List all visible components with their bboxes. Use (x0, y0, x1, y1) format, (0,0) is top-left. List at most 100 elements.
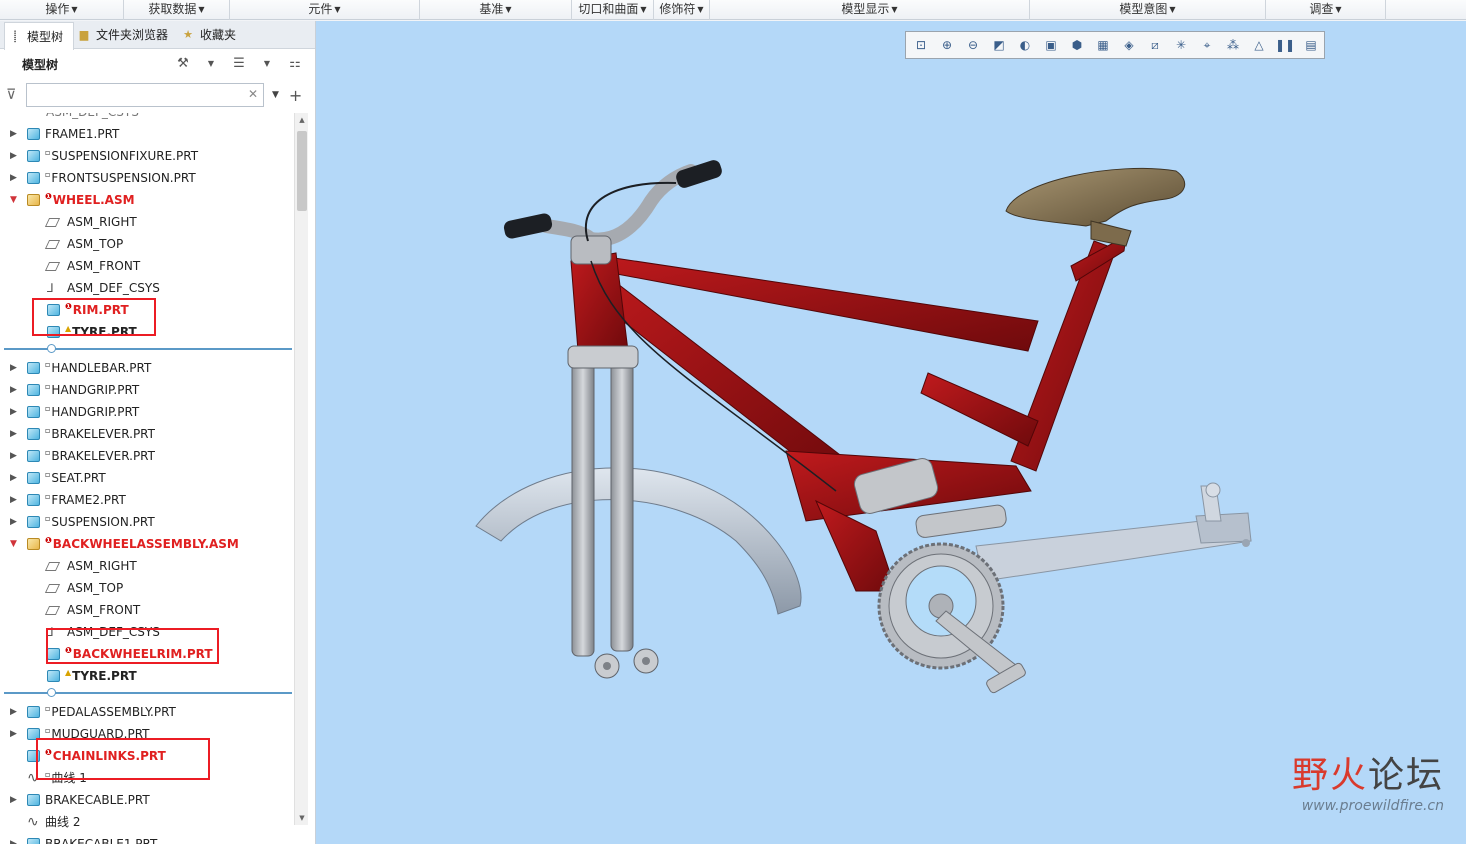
tree-row-text: BRAKELEVER.PRT (51, 449, 155, 463)
tree-row[interactable]: ▶ ▫SUSPENSIONFIXURE.PRT (0, 145, 294, 167)
seat (1005, 167, 1186, 247)
chevron-down-icon[interactable]: ▼ (272, 90, 279, 100)
tree-row-label: ▲TYRE.PRT (65, 665, 137, 689)
tree-row[interactable]: ⅃ ASM_DEF_CSYS (0, 277, 294, 299)
tree-row-label: 曲线 2 (45, 811, 80, 833)
ribbon-group-model-display[interactable]: 模型显示 ▼ (710, 0, 1030, 20)
bicycle-model[interactable] (316, 21, 1466, 844)
ribbon-group-modifiers[interactable]: 修饰符 ▼ (654, 0, 710, 20)
show-list-icon[interactable]: ☰ (229, 53, 249, 73)
tree-row[interactable]: ▶ ▫SUSPENSION.PRT (0, 511, 294, 533)
chevron-right-icon[interactable]: ▶ (10, 445, 20, 467)
ribbon-group-datum[interactable]: 基准 ▼ (420, 0, 572, 20)
ribbon-group-investigate[interactable]: 调查 ▼ (1266, 0, 1386, 20)
chevron-right-icon[interactable]: ▶ (10, 379, 20, 401)
ribbon-group-component[interactable]: 元件 ▼ (230, 0, 420, 20)
scroll-up-icon[interactable]: ▲ (295, 113, 309, 127)
tree-row[interactable]: ASM_RIGHT (0, 211, 294, 233)
tree-row[interactable]: ∿ 曲线 2 (0, 811, 294, 833)
tree-row[interactable]: ASM_FRONT (0, 599, 294, 621)
tab-model-tree[interactable]: ⸽ 模型树 (4, 21, 75, 50)
tree-row[interactable]: ASM_TOP (0, 233, 294, 255)
tree-row[interactable]: ▲TYRE.PRT (0, 665, 294, 687)
ribbon-group-operations[interactable]: 操作 ▼ (0, 0, 124, 20)
tree-row[interactable]: ▶ FRAME1.PRT (0, 123, 294, 145)
tree-row-label: ❶BACKWHEELASSEMBLY.ASM (45, 533, 239, 557)
tree-row-label: BRAKECABLE.PRT (45, 789, 150, 811)
insert-marker-knob[interactable] (47, 344, 56, 353)
tree-row[interactable]: ▶ ▫BRAKELEVER.PRT (0, 445, 294, 467)
tree-row-label: ASM_DEF_CSYS (67, 277, 160, 299)
tree-row[interactable]: ASM_RIGHT (0, 555, 294, 577)
chevron-right-icon[interactable]: ▶ (10, 723, 20, 745)
tree-row-text: FRAME2.PRT (51, 493, 126, 507)
tree-search-input[interactable]: ✕ (26, 83, 264, 107)
clear-search-icon[interactable]: ✕ (248, 87, 258, 101)
graphics-viewport[interactable]: ⊡ ⊕ ⊖ ◩ ◐ ▣ ⬢ ▦ ◈ ⧄ ✳ ⌖ ⁂ △ ❚❚ ▤ 野火论坛 ww… (316, 21, 1466, 844)
ribbon-group-model-intent[interactable]: 模型意图 ▼ (1030, 0, 1266, 20)
chevron-right-icon[interactable]: ▶ (10, 145, 20, 167)
tree-row[interactable]: ▶ ▫SEAT.PRT (0, 467, 294, 489)
tree-row[interactable]: ASM_FRONT (0, 255, 294, 277)
chevron-right-icon[interactable]: ▶ (10, 357, 20, 379)
tree-row[interactable]: ▶ ▫FRONTSUSPENSION.PRT (0, 167, 294, 189)
tree-row-partial[interactable]: ASM_DEF_CSYS (0, 113, 294, 123)
tab-folder-browser[interactable]: ▆ 文件夹浏览器 (74, 22, 178, 48)
tree-row-label: ASM_RIGHT (67, 555, 137, 577)
tree-row-text: ASM_RIGHT (67, 215, 137, 229)
tree-row[interactable]: ▼ ❶WHEEL.ASM (0, 189, 294, 211)
filter-icon[interactable]: ⊽ (6, 87, 24, 103)
ribbon-group-get-data[interactable]: 获取数据 ▼ (124, 0, 230, 20)
part-icon (27, 472, 40, 484)
front-mudguard (475, 467, 802, 615)
tree-row-text: FRAME1.PRT (45, 127, 120, 141)
tree-filters-icon[interactable]: ⚏ (285, 53, 305, 73)
tree-scrollbar[interactable]: ▲ ▼ (294, 113, 308, 825)
insert-marker-knob[interactable] (47, 688, 56, 697)
add-filter-icon[interactable]: + (289, 86, 302, 105)
chevron-right-icon[interactable]: ▶ (10, 123, 20, 145)
tree-row[interactable]: ▶ ▫HANDGRIP.PRT (0, 379, 294, 401)
part-icon (27, 428, 40, 440)
tree-row[interactable]: ▶ BRAKECABLE1.PRT (0, 833, 294, 844)
chevron-right-icon[interactable]: ▶ (10, 167, 20, 189)
model-tree: ASM_DEF_CSYS ▶ FRAME1.PRT ▶▫SUSPENSIONFIXU… (0, 113, 294, 844)
chevron-right-icon[interactable]: ▶ (10, 789, 20, 811)
chevron-down-icon[interactable]: ▼ (10, 533, 20, 555)
highlight-box (36, 738, 210, 780)
chevron-right-icon[interactable]: ▶ (10, 401, 20, 423)
tree-row[interactable]: ASM_TOP (0, 577, 294, 599)
chevron-right-icon[interactable]: ▶ (10, 489, 20, 511)
chevron-right-icon[interactable]: ▶ (10, 833, 20, 844)
tree-row[interactable]: ▶ ▫PEDALASSEMBLY.PRT (0, 701, 294, 723)
chevron-right-icon[interactable]: ▶ (10, 701, 20, 723)
chevron-right-icon[interactable]: ▶ (10, 467, 20, 489)
tree-insert-marker[interactable] (4, 688, 292, 697)
scroll-down-icon[interactable]: ▼ (295, 811, 309, 825)
chevron-right-icon[interactable]: ▶ (10, 511, 20, 533)
chevron-right-icon[interactable]: ▶ (10, 423, 20, 445)
error-badge-icon: ❶ (45, 192, 52, 201)
status-marker-icon: ▫ (45, 404, 51, 413)
tree-insert-marker[interactable] (4, 344, 292, 353)
ribbon-group-cut-surface[interactable]: 切口和曲面 ▼ (572, 0, 654, 20)
tree-row[interactable]: ▶ ▫BRAKELEVER.PRT (0, 423, 294, 445)
tree-row-label: ASM_TOP (67, 577, 123, 599)
tree-row-text: ASM_TOP (67, 237, 124, 251)
settings-icon[interactable]: ⚒ (173, 53, 193, 73)
chevron-down-icon[interactable]: ▼ (257, 53, 277, 73)
tree-row[interactable]: ▶ ▫FRAME2.PRT (0, 489, 294, 511)
chevron-down-icon[interactable]: ▼ (10, 189, 20, 211)
assembly-icon (27, 538, 40, 550)
scroll-thumb[interactable] (297, 131, 307, 211)
tree-row[interactable]: ▶ BRAKECABLE.PRT (0, 789, 294, 811)
tab-label: 模型树 (27, 29, 64, 44)
tree-row[interactable]: ▶ ▫HANDLEBAR.PRT (0, 357, 294, 379)
tab-favorites[interactable]: ★ 收藏夹 (178, 22, 246, 48)
part-icon (27, 494, 40, 506)
tree-row[interactable]: ▶ ▫HANDGRIP.PRT (0, 401, 294, 423)
part-icon (27, 128, 40, 140)
chevron-down-icon[interactable]: ▼ (201, 53, 221, 73)
tree-row[interactable]: ▼ ❶BACKWHEELASSEMBLY.ASM (0, 533, 294, 555)
rear-swingarm (975, 482, 1252, 582)
